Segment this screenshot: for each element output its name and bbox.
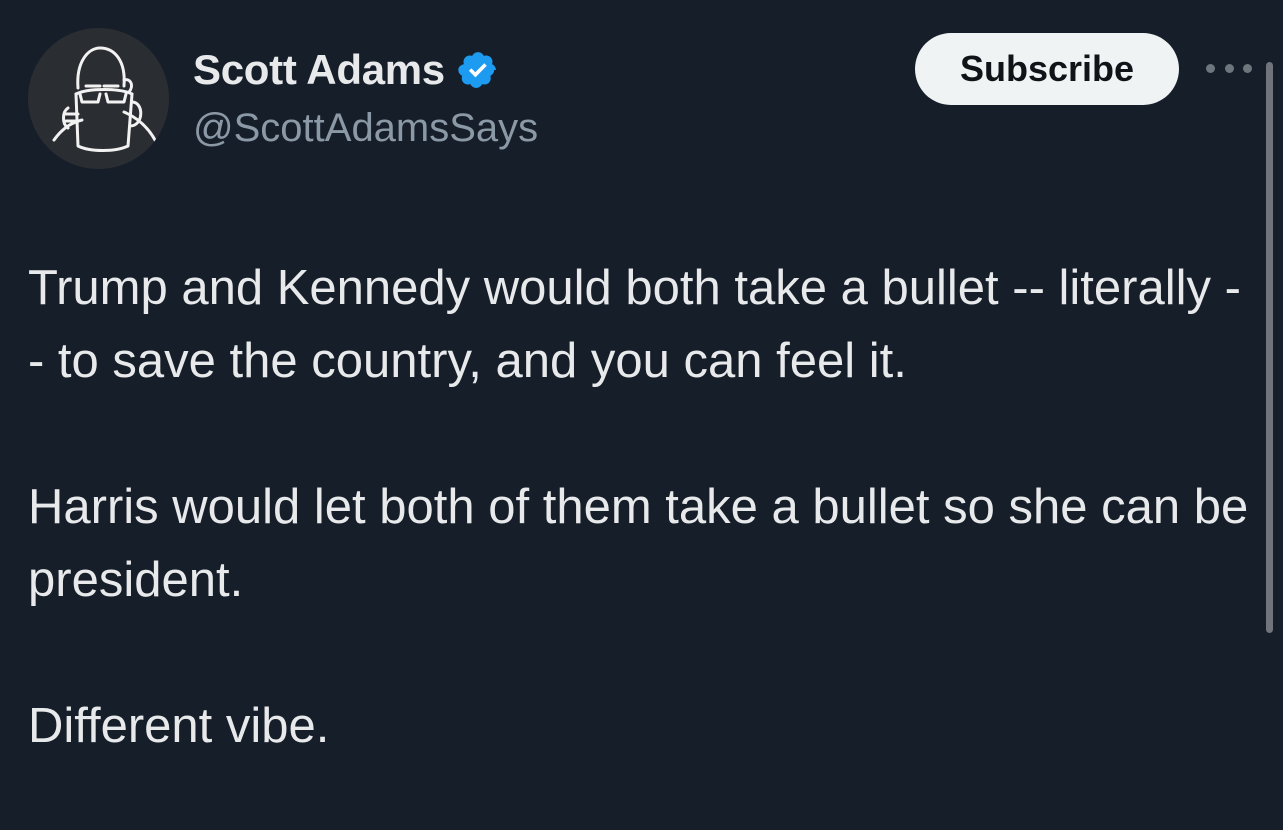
more-dot <box>1206 63 1215 73</box>
more-dot <box>1243 63 1252 73</box>
author-handle[interactable]: @ScottAdamsSays <box>193 106 538 151</box>
tweet-text: Trump and Kennedy would both take a bull… <box>28 252 1253 763</box>
scrollbar[interactable] <box>1266 62 1273 633</box>
verified-badge-icon[interactable] <box>457 49 499 91</box>
tweet-paragraph: Harris would let both of them take a bul… <box>28 480 1249 607</box>
author-display-name[interactable]: Scott Adams <box>193 46 445 94</box>
avatar[interactable] <box>28 28 169 169</box>
more-options-icon[interactable] <box>1206 58 1252 78</box>
author-name-row: Scott Adams <box>193 44 499 96</box>
man-drinking-from-mug-sketch-icon <box>28 28 169 169</box>
tweet-paragraph: Trump and Kennedy would both take a bull… <box>28 261 1241 388</box>
more-dot <box>1224 63 1234 73</box>
tweet-paragraph: Different vibe. <box>28 699 330 753</box>
subscribe-button[interactable]: Subscribe <box>915 33 1179 105</box>
